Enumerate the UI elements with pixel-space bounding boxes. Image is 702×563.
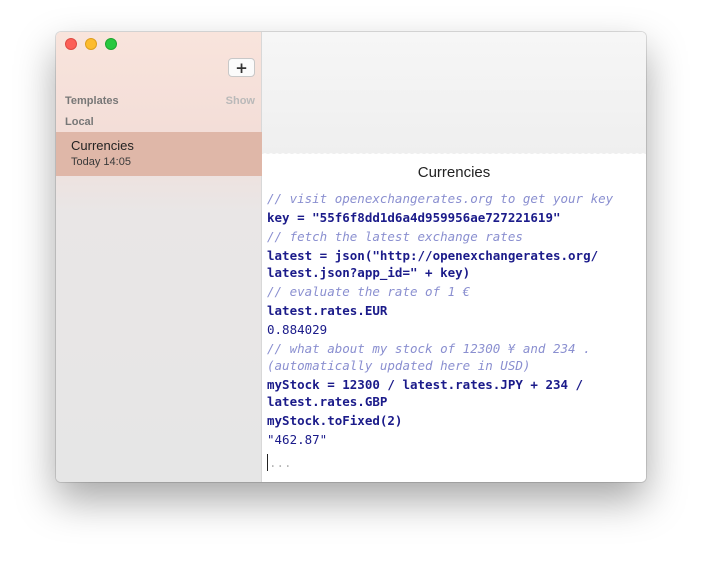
- document-title: Currencies: [71, 138, 134, 153]
- page-edge: [262, 150, 646, 156]
- maximize-window-button[interactable]: [105, 38, 117, 50]
- code-editor[interactable]: // visit openexchangerates.org to get yo…: [267, 188, 639, 471]
- editor-line: latest = json("http://openexchangerates.…: [267, 248, 599, 280]
- editor-line: // evaluate the rate of 1 €: [267, 284, 471, 299]
- editor-line: myStock = 12300 / latest.rates.JPY + 234…: [267, 377, 584, 409]
- editor-pane: Currencies // visit openexchangerates.or…: [262, 32, 646, 482]
- templates-section-label: Templates: [65, 95, 119, 107]
- minimize-window-button[interactable]: [85, 38, 97, 50]
- document-item-currencies[interactable]: Currencies Today 14:05: [56, 132, 262, 176]
- app-window: + Templates Show Local Currencies Today …: [56, 32, 646, 482]
- editor-line: key = "55f6f8dd1d6a4d959956ae727221619": [267, 210, 561, 225]
- editor-result-line: 0.884029: [267, 322, 328, 337]
- editor-result-line: "462.87": [267, 432, 328, 447]
- editor-line: myStock.toFixed(2): [267, 413, 403, 428]
- sidebar: + Templates Show Local Currencies Today …: [56, 32, 262, 482]
- add-document-button[interactable]: +: [228, 58, 255, 77]
- editor-input-line[interactable]: ...: [267, 454, 639, 471]
- local-section-label: Local: [65, 116, 94, 128]
- window-controls: [65, 38, 117, 50]
- editor-line: latest.rates.EUR: [267, 303, 388, 318]
- document-header-title: Currencies: [417, 164, 491, 181]
- editor-line: // what about my stock of 12300 ¥ and 23…: [267, 341, 591, 373]
- editor-line: // visit openexchangerates.org to get yo…: [267, 191, 614, 206]
- show-templates-button[interactable]: Show: [226, 95, 255, 107]
- editor-line: // fetch the latest exchange rates: [267, 229, 523, 244]
- editor-toolbar-area: [262, 32, 646, 154]
- document-timestamp: Today 14:05: [71, 156, 131, 168]
- close-window-button[interactable]: [65, 38, 77, 50]
